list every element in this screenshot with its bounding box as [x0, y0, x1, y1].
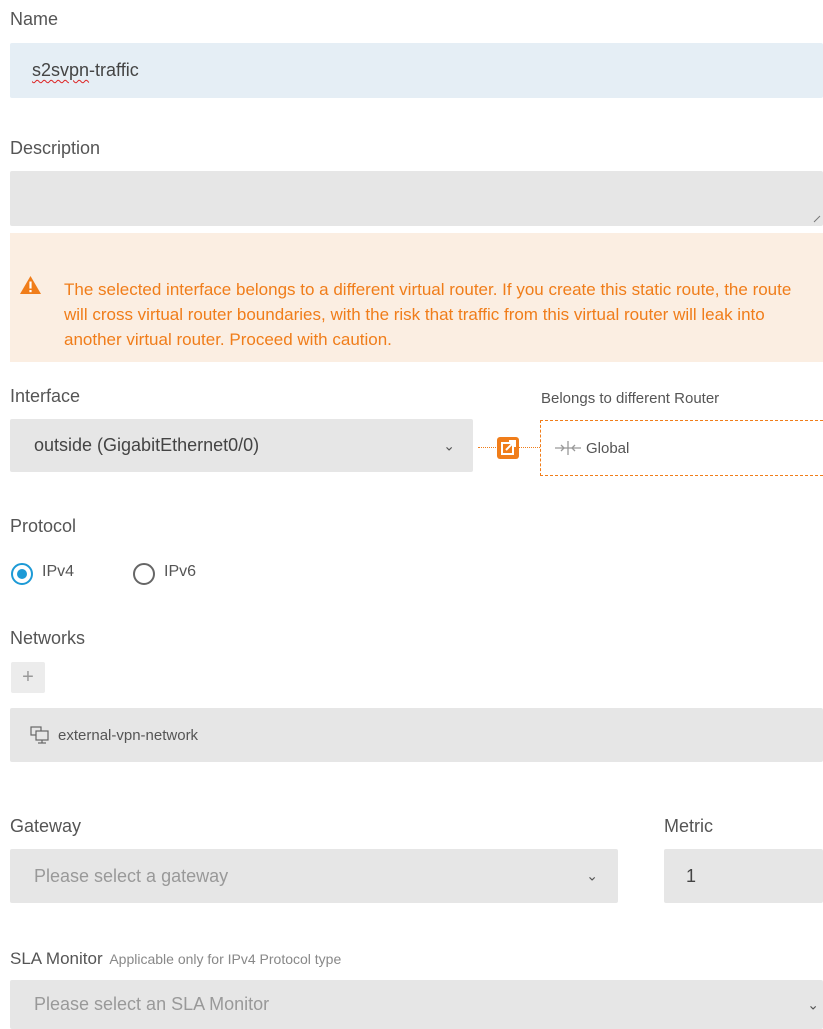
name-label: Name: [10, 9, 59, 29]
router-warning-banner: The selected interface belongs to a diff…: [10, 233, 823, 362]
sla-label: SLA Monitor: [10, 949, 103, 968]
chevron-down-icon: ⌄: [586, 867, 598, 884]
sla-label-row: SLA Monitor Applicable only for IPv4 Pro…: [10, 949, 341, 969]
metric-label: Metric: [664, 816, 713, 836]
networks-list: external-vpn-network: [10, 708, 823, 762]
ipv6-radio[interactable]: [133, 563, 155, 585]
description-textarea[interactable]: [10, 171, 823, 226]
ipv6-label: IPv6: [164, 563, 197, 580]
gateway-select[interactable]: Please select a gateway ⌄: [10, 849, 618, 903]
name-value-rest: -traffic: [89, 60, 139, 80]
name-input[interactable]: s2svpn -traffic: [10, 43, 823, 98]
networks-label: Networks: [10, 628, 86, 648]
warning-text: The selected interface belongs to a diff…: [64, 280, 792, 349]
chevron-down-icon: ⌄: [443, 437, 455, 453]
network-item[interactable]: external-vpn-network: [58, 727, 198, 744]
ipv4-label: IPv4: [42, 563, 75, 580]
connector-line: [519, 447, 540, 448]
router-name: Global: [586, 439, 630, 457]
sla-select[interactable]: Please select an SLA Monitor ⌄: [10, 980, 823, 1029]
gateway-placeholder: Please select a gateway: [34, 865, 229, 886]
connector-line: [478, 447, 496, 448]
router-note: Belongs to different Router: [541, 390, 720, 407]
resize-handle-icon[interactable]: [813, 215, 821, 223]
interface-selected: outside (GigabitEthernet0/0): [34, 435, 260, 455]
description-label: Description: [10, 138, 101, 158]
ipv4-radio[interactable]: [11, 563, 33, 585]
warning-triangle-icon: [20, 276, 41, 294]
interface-label: Interface: [10, 386, 81, 406]
protocol-label: Protocol: [10, 516, 77, 536]
add-network-button[interactable]: +: [11, 662, 45, 693]
name-value-misspelled: s2svpn: [32, 60, 90, 80]
gateway-label: Gateway: [10, 816, 82, 836]
sla-hint: Applicable only for IPv4 Protocol type: [109, 951, 342, 967]
chevron-down-icon: ⌄: [807, 996, 819, 1012]
network-object-icon: [30, 726, 49, 744]
move-arrows-icon: [555, 441, 581, 455]
sla-placeholder: Please select an SLA Monitor: [34, 994, 270, 1014]
external-link-icon[interactable]: [497, 437, 519, 459]
router-box: Global: [540, 420, 823, 476]
interface-select[interactable]: outside (GigabitEthernet0/0) ⌄: [10, 419, 473, 472]
metric-input[interactable]: 1: [664, 849, 823, 903]
metric-value: 1: [686, 865, 697, 886]
